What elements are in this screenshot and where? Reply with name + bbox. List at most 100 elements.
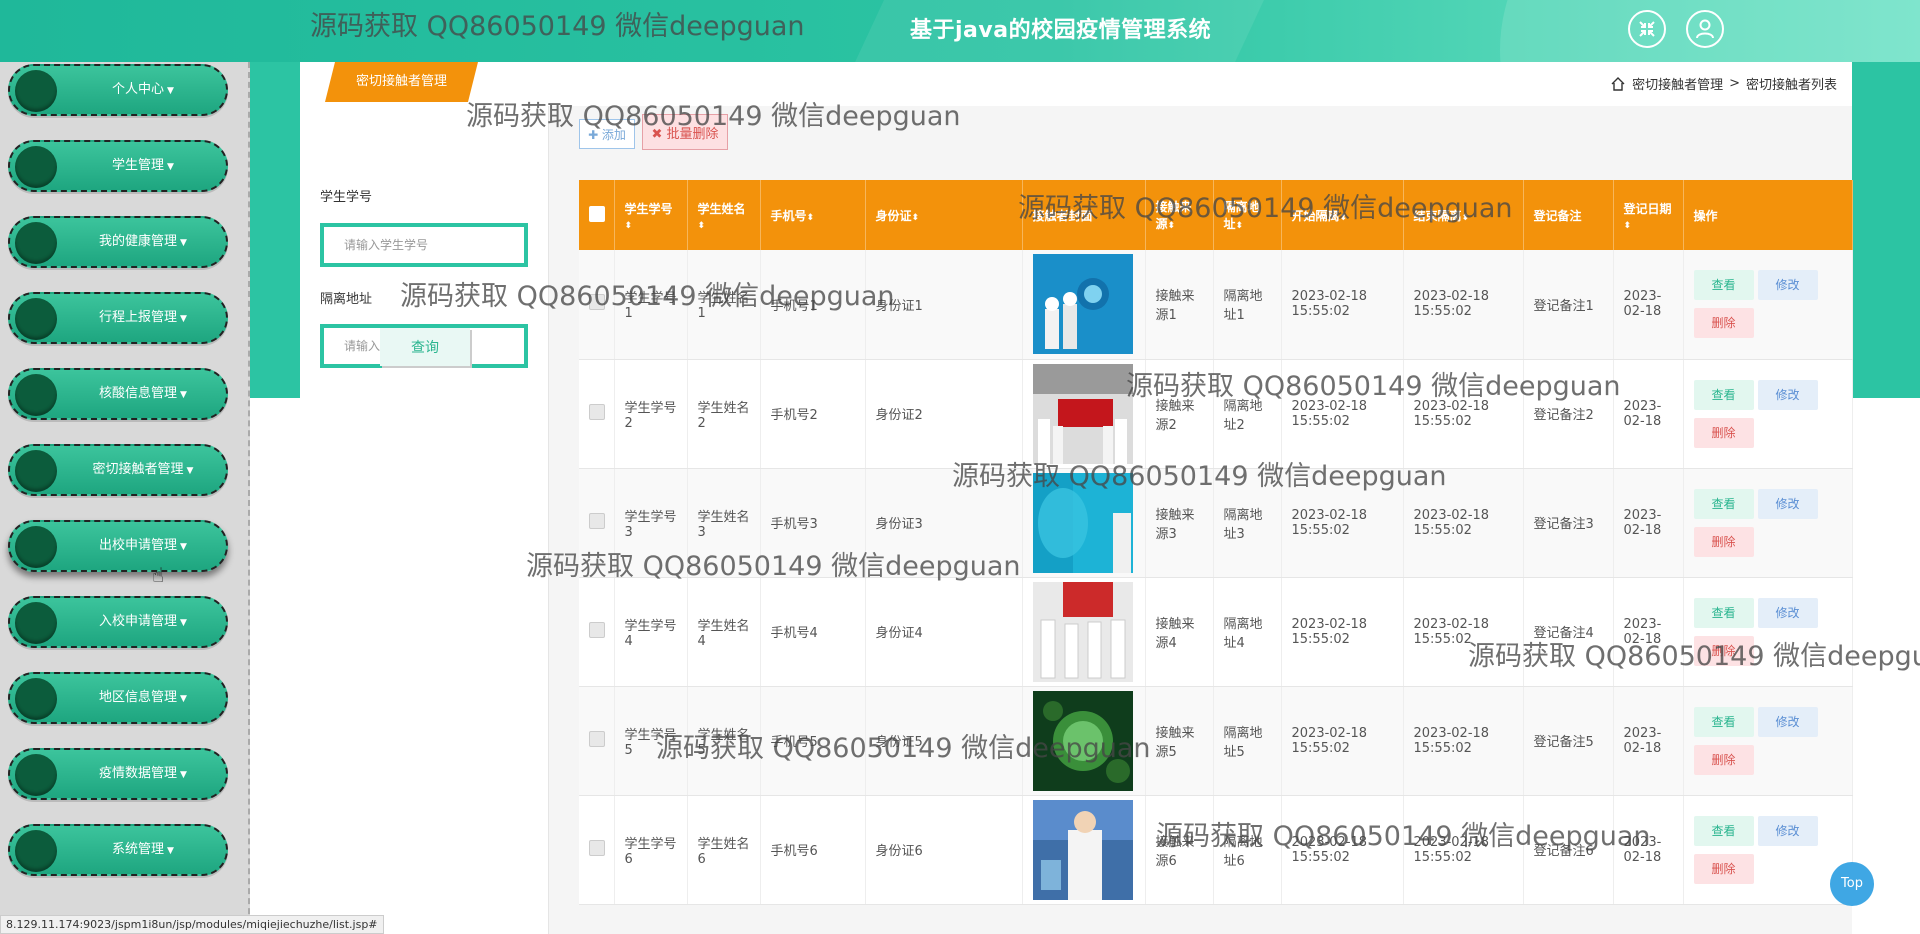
edit-button[interactable]: 修改	[1757, 706, 1818, 737]
view-button[interactable]: 查看	[1693, 815, 1754, 846]
student-id-input[interactable]	[320, 223, 528, 267]
menu-health[interactable]: 我的健康管理 ▼	[8, 216, 228, 268]
end-time-cell: 2023-02-18 15:55:02	[1403, 468, 1524, 578]
view-button[interactable]: 查看	[1693, 488, 1754, 519]
cover-cell	[1022, 795, 1146, 905]
table-row: 学生学号6 学生姓名6 手机号6 身份证6 接触来源6 隔离地址6 2023-02-18 1…	[579, 795, 1853, 905]
col-end[interactable]: 结束隔离⬍	[1403, 180, 1524, 250]
sort-icon: ⬍	[911, 212, 920, 223]
select-all-checkbox[interactable]	[589, 205, 605, 222]
batch-delete-button[interactable]: ✖ 批量删除	[642, 114, 728, 150]
menu-personal-center[interactable]: 个人中心 ▼	[8, 64, 228, 116]
row-select-cell	[579, 359, 615, 469]
view-button[interactable]: 查看	[1693, 379, 1754, 410]
actions-cell: 查看 修改 删除	[1683, 359, 1853, 469]
header-label: 登记日期	[1623, 201, 1672, 216]
edit-button[interactable]: 修改	[1757, 379, 1818, 410]
menu-dot	[15, 830, 57, 872]
source-cell: 接触来源3	[1145, 468, 1214, 578]
edit-button[interactable]: 修改	[1757, 270, 1818, 301]
date-cell: 2023-02-18	[1613, 795, 1684, 905]
col-source[interactable]: 接触来源⬍	[1145, 180, 1214, 250]
row-checkbox[interactable]	[589, 839, 605, 856]
edit-button[interactable]: 修改	[1757, 488, 1818, 519]
delete-button[interactable]: 删除	[1693, 853, 1754, 884]
id-card-cell: 身份证3	[865, 468, 1023, 578]
row-checkbox[interactable]	[589, 403, 605, 420]
tab-close-contact[interactable]: 密切接触者管理	[325, 62, 478, 102]
student-id-cell: 学生学号6	[614, 795, 688, 905]
status-bar-url: 8.129.11.174:9023/jspm1i8un/jsp/modules/…	[0, 915, 384, 934]
shrink-icon[interactable]	[1628, 10, 1666, 48]
view-button[interactable]: 查看	[1693, 270, 1754, 301]
col-id-card[interactable]: 身份证⬍	[865, 180, 1023, 250]
source-cell: 接触来源1	[1145, 250, 1214, 360]
search-button[interactable]: 查询	[380, 328, 470, 366]
menu-label: 行程上报管理	[99, 310, 178, 325]
menu-dot	[15, 146, 57, 188]
remark-cell: 登记备注2	[1523, 359, 1614, 469]
col-start[interactable]: 开始隔离⬍	[1281, 180, 1404, 250]
col-remark: 登记备注	[1523, 180, 1614, 250]
menu-dot	[15, 602, 57, 644]
delete-button[interactable]: 删除	[1693, 635, 1754, 666]
menu-close-contact[interactable]: 密切接触者管理 ▼	[8, 444, 228, 496]
remark-cell: 登记备注1	[1523, 250, 1614, 360]
sort-icon: ⬍	[1167, 221, 1176, 231]
row-checkbox[interactable]	[589, 512, 605, 529]
id-card-cell: 身份证5	[865, 686, 1023, 796]
delete-button[interactable]: 删除	[1693, 308, 1754, 339]
menu-enter-school[interactable]: 入校申请管理 ▼	[8, 596, 228, 648]
cover-image	[1032, 690, 1135, 791]
menu-epidemic-data[interactable]: 疫情数据管理 ▼	[8, 748, 228, 800]
col-student-name[interactable]: 学生姓名 ⬍	[687, 180, 761, 250]
edit-button[interactable]: 修改	[1757, 815, 1818, 846]
student-id-cell: 学生学号4	[614, 577, 688, 687]
home-icon[interactable]	[1610, 76, 1626, 92]
edit-button[interactable]: 修改	[1757, 597, 1818, 628]
view-button[interactable]: 查看	[1693, 597, 1754, 628]
col-student-id[interactable]: 学生学号 ⬍	[614, 180, 688, 250]
table-row: 学生学号3 学生姓名3 手机号3 身份证3 接触来源3 隔离地址3 2023-02-18 1…	[579, 468, 1853, 578]
row-checkbox[interactable]	[589, 294, 605, 311]
col-date[interactable]: 登记日期 ⬍	[1613, 180, 1684, 250]
menu-dot	[15, 754, 57, 796]
start-time-cell: 2023-02-18 15:55:02	[1281, 468, 1404, 578]
menu-trip-report[interactable]: 行程上报管理 ▼	[8, 292, 228, 344]
caret-down-icon: ▼	[180, 770, 187, 780]
menu-nucleic[interactable]: 核酸信息管理 ▼	[8, 368, 228, 420]
cover-image	[1032, 799, 1135, 900]
delete-button[interactable]: 删除	[1693, 526, 1754, 557]
menu-leave-school[interactable]: 出校申请管理 ▼	[8, 520, 228, 572]
menu-region[interactable]: 地区信息管理 ▼	[8, 672, 228, 724]
id-card-cell: 身份证4	[865, 577, 1023, 687]
row-checkbox[interactable]	[589, 730, 605, 747]
site-title: 基于java的校园疫情管理系统	[910, 18, 1212, 43]
header-label: 手机号	[770, 208, 807, 223]
menu-student[interactable]: 学生管理 ▼	[8, 140, 228, 192]
breadcrumb-item[interactable]: 密切接触者管理	[1632, 74, 1723, 93]
menu-dot	[15, 526, 57, 568]
select-all-cell	[579, 180, 615, 250]
col-phone[interactable]: 手机号⬍	[760, 180, 866, 250]
menu-dot	[15, 222, 57, 264]
col-address[interactable]: 隔离地址⬍	[1213, 180, 1282, 250]
student-id-label: 学生学号	[320, 190, 373, 205]
date-cell: 2023-02-18	[1613, 359, 1684, 469]
delete-button[interactable]: 删除	[1693, 744, 1754, 775]
back-to-top-button[interactable]: Top	[1830, 862, 1874, 906]
delete-button[interactable]: 删除	[1693, 417, 1754, 448]
header-label: 操作	[1693, 208, 1718, 223]
end-time-cell: 2023-02-18 15:55:02	[1403, 577, 1524, 687]
user-icon[interactable]	[1686, 10, 1724, 48]
row-select-cell	[579, 686, 615, 796]
view-button[interactable]: 查看	[1693, 706, 1754, 737]
row-checkbox[interactable]	[589, 621, 605, 638]
student-name-cell: 学生姓名6	[687, 795, 761, 905]
add-button[interactable]: ✚ 添加	[579, 119, 635, 149]
menu-dot	[15, 374, 57, 416]
menu-system[interactable]: 系统管理 ▼	[8, 824, 228, 876]
student-id-cell: 学生学号3	[614, 468, 688, 578]
end-time-cell: 2023-02-18 15:55:02	[1403, 795, 1524, 905]
date-cell: 2023-02-18	[1613, 577, 1684, 687]
